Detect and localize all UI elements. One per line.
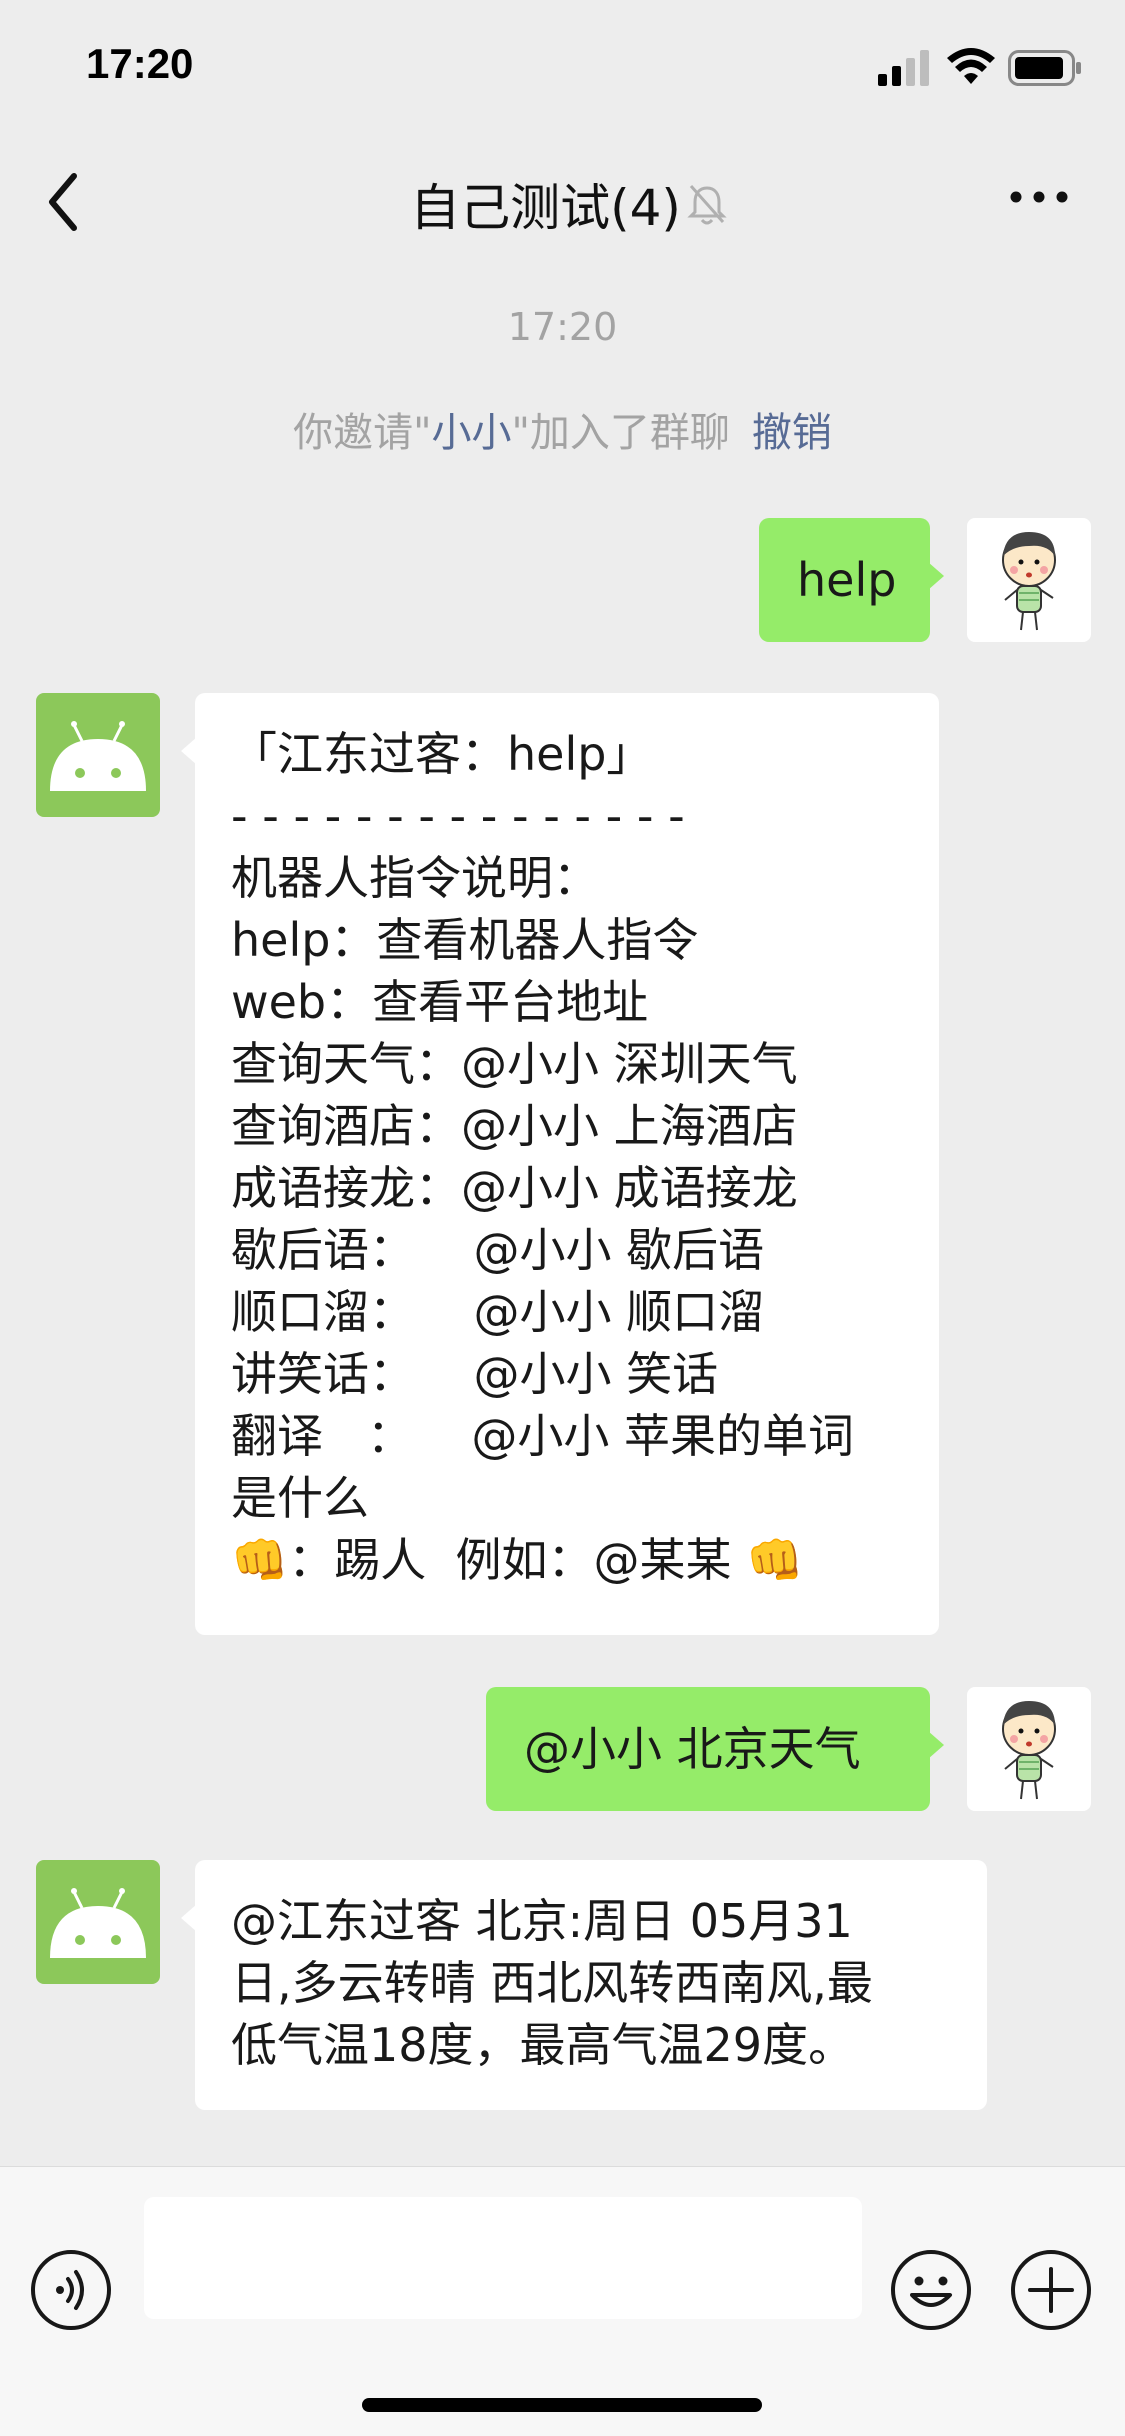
android-robot-icon [50, 1888, 146, 1958]
status-bar: 17:20 [0, 0, 1125, 132]
bell-slash-icon [687, 185, 727, 225]
voice-button[interactable] [30, 2249, 112, 2331]
message-text: 「江东过客：help」 - - - - - - - - - - - - - - … [231, 727, 854, 1587]
voice-icon [31, 2250, 111, 2330]
undo-invite-link[interactable]: 撤销 [752, 410, 832, 456]
invited-user-link[interactable]: 小小 [432, 410, 512, 456]
wifi-icon [947, 48, 995, 84]
self-avatar[interactable] [967, 518, 1091, 642]
chat-title-text: 自己测试(4) [410, 179, 681, 237]
self-avatar[interactable] [967, 1687, 1091, 1811]
message-text: @江东过客 北京:周日 05月31 日,多云转晴 西北风转西南风,最 低气温18… [231, 1894, 873, 2072]
robot-avatar[interactable] [36, 693, 160, 817]
robot-avatar[interactable] [36, 1860, 160, 1984]
ellipsis-icon [1010, 191, 1068, 203]
cartoon-boy-avatar-icon [1002, 532, 1056, 631]
system-message: 你邀请"小小"加入了群聊 撤销 [0, 400, 1125, 458]
more-button[interactable] [1008, 172, 1070, 222]
cartoon-boy-avatar-icon [1002, 1701, 1056, 1800]
message-text: @小小 北京天气 [524, 1722, 861, 1776]
input-bar [0, 2166, 1125, 2436]
status-time: 17:20 [86, 40, 194, 87]
smiley-icon [891, 2250, 971, 2330]
emoji-button[interactable] [890, 2249, 972, 2331]
system-message-prefix: 你邀请" [293, 410, 432, 456]
message-bubble-self[interactable]: help [759, 518, 944, 642]
android-robot-icon [50, 721, 146, 791]
chat-title: 自己测试(4) [0, 168, 1125, 240]
signal-icon [878, 50, 929, 86]
plus-icon [1011, 2250, 1091, 2330]
message-text: help [797, 553, 897, 607]
home-indicator [362, 2398, 762, 2412]
message-bubble-robot[interactable]: 「江东过客：help」 - - - - - - - - - - - - - - … [181, 693, 939, 1635]
system-message-suffix: "加入了群聊 [511, 410, 730, 456]
nav-bar: 自己测试(4) [0, 132, 1125, 264]
message-bubble-self[interactable]: @小小 北京天气 [486, 1687, 944, 1811]
plus-button[interactable] [1010, 2249, 1092, 2331]
message-input[interactable] [144, 2197, 862, 2319]
battery-icon [1008, 50, 1081, 86]
message-timestamp: 17:20 [507, 305, 618, 349]
message-bubble-robot[interactable]: @江东过客 北京:周日 05月31 日,多云转晴 西北风转西南风,最 低气温18… [181, 1860, 987, 2110]
